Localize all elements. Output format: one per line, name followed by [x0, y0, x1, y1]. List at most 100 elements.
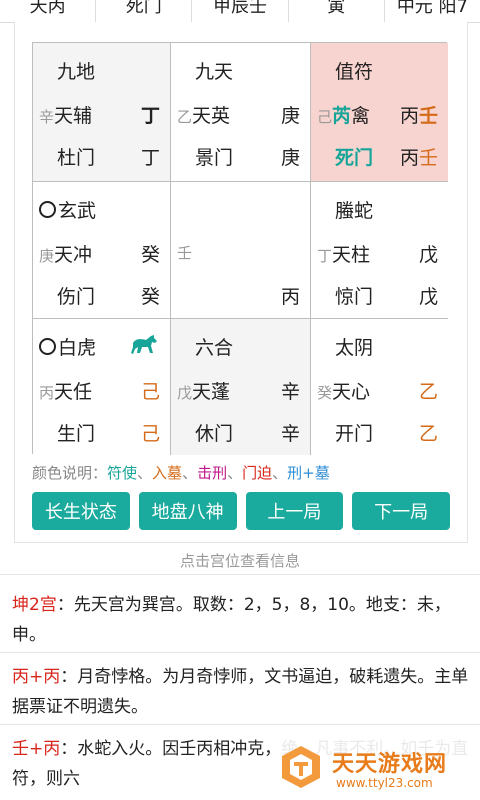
- legend-prefix: 颜色说明：: [32, 464, 108, 482]
- star-name: 天柱: [332, 244, 371, 266]
- sky-stem: 戊: [418, 244, 438, 266]
- legend-jixing: 击刑: [197, 464, 228, 482]
- deity-label: 白虎: [58, 337, 97, 359]
- sky-stem-primary: 丙: [399, 105, 419, 127]
- door-name: 景门: [195, 147, 234, 169]
- earth-stem: 辛: [280, 423, 300, 445]
- divider: [0, 724, 480, 725]
- section-body: ：先天宫为巽宫。取数：2，5，8，10。地支：未，申。: [12, 595, 451, 645]
- section-head: 壬+丙: [12, 739, 61, 759]
- star-name: 天英: [192, 105, 231, 127]
- deity-label: 玄武: [58, 200, 97, 222]
- palace-dui-7[interactable]: 螣蛇 丁天柱 戊 惊门 戊: [311, 182, 448, 319]
- nine-palace-grid: 九地 辛天辅 丁 杜门 丁 九天 乙天英 庚 景门 庚 值符 己芮禽 丙壬 死门…: [32, 42, 448, 455]
- star-row: 己芮禽: [317, 101, 370, 128]
- section-head: 坤2宫: [12, 595, 57, 615]
- sky-stem: 己: [140, 381, 160, 403]
- star-row: 丁天柱: [317, 240, 370, 267]
- star-name: 天任: [54, 381, 93, 403]
- legend-sep: 、: [227, 464, 243, 482]
- hidden-stem: 丙: [39, 384, 55, 402]
- palace-kun-2[interactable]: 值符 己芮禽 丙壬 死门 丙壬: [311, 43, 448, 182]
- door-name: 开门: [335, 423, 374, 445]
- star-row: 乙天英: [177, 101, 230, 128]
- earth-stem: 己: [140, 423, 160, 445]
- tap-hint: 点击宫位查看信息: [179, 552, 300, 570]
- earth-stem: 庚: [280, 147, 300, 169]
- palace-xun-4[interactable]: 九地 辛天辅 丁 杜门 丁: [33, 43, 171, 182]
- legend-rumu: 入墓: [152, 464, 183, 482]
- star-row: 辛天辅: [39, 101, 92, 128]
- legend-sep: 、: [182, 464, 198, 482]
- hidden-stem: 丁: [317, 247, 333, 265]
- sky-stem: 乙: [418, 381, 438, 403]
- deity-name: 九地: [57, 61, 96, 83]
- star-name: 天冲: [54, 244, 93, 266]
- palace-zhen-3[interactable]: 玄武 庚天冲 癸 伤门 癸: [33, 182, 171, 319]
- palace-qian-6[interactable]: 太阴 癸天心 乙 开门 乙: [311, 319, 448, 455]
- legend-menpo: 门迫: [242, 464, 273, 482]
- star-name: 天心: [332, 381, 371, 403]
- door-name: 惊门: [335, 286, 374, 308]
- horse-icon: [131, 335, 157, 354]
- earth-stem: 戊: [418, 286, 438, 308]
- star-row: 戊天蓬: [177, 377, 230, 404]
- deity-name: 玄武: [39, 196, 96, 223]
- site-watermark: 天天游戏网 www.ttyl23.com: [270, 738, 480, 800]
- star-name: 天辅: [54, 105, 93, 127]
- palace-kan-1[interactable]: 六合 戊天蓬 辛 休门 辛: [171, 319, 311, 455]
- legend-xingmu: 刑+墓: [287, 464, 330, 482]
- action-buttons: 长生状态 地盘八神 上一局 下一局: [32, 492, 450, 530]
- deity-name: 九天: [195, 61, 234, 83]
- info-section-palace: 坤2宫：先天宫为巽宫。取数：2，5，8，10。地支：未，申。: [12, 590, 472, 650]
- earth-stem: 丙: [280, 286, 300, 308]
- hidden-stem: 戊: [177, 384, 193, 402]
- earth-stem-primary: 丙: [399, 147, 419, 169]
- hidden-stem: 己: [317, 108, 333, 126]
- deity-name: 六合: [195, 337, 234, 359]
- info-section-combo-1: 丙+丙：月奇悖格。为月奇悖师，文书逼迫，破耗遗失。主单据票证不明遗失。: [12, 662, 472, 722]
- star-name: 天蓬: [192, 381, 231, 403]
- site-logo-icon: [282, 746, 320, 788]
- board-card: 九地 辛天辅 丁 杜门 丁 九天 乙天英 庚 景门 庚 值符 己芮禽 丙壬 死门…: [14, 22, 468, 543]
- star-row: 癸天心: [317, 377, 370, 404]
- watermark-url: www.ttyl23.com: [336, 776, 433, 790]
- divider: [0, 652, 480, 653]
- sky-stem: 庚: [280, 105, 300, 127]
- palace-center-5[interactable]: 壬 丙: [171, 182, 311, 319]
- star-row: 丙天任: [39, 377, 92, 404]
- previous-chart-button[interactable]: 上一局: [245, 492, 344, 530]
- color-legend: 颜色说明：符使、入墓、击刑、门迫、刑+墓: [32, 462, 330, 483]
- next-chart-button[interactable]: 下一局: [352, 492, 450, 530]
- earth-stem-secondary: 壬: [418, 147, 438, 169]
- sky-stem: 丁: [140, 105, 160, 127]
- deity-name: 螣蛇: [335, 200, 374, 222]
- hidden-stem: 辛: [39, 108, 55, 126]
- palace-gen-8[interactable]: 白虎 丙天任 己 生门 己: [33, 319, 171, 455]
- star-name-secondary: 禽: [351, 105, 371, 127]
- hidden-stem: 庚: [39, 247, 55, 265]
- hidden-stem: 乙: [177, 108, 193, 126]
- sky-stem: 辛: [280, 381, 300, 403]
- sky-stem-secondary: 壬: [418, 105, 438, 127]
- watermark-name: 天天游戏网: [332, 752, 448, 777]
- door-name: 休门: [195, 423, 234, 445]
- door-name: 伤门: [57, 286, 96, 308]
- ring-icon: [39, 201, 56, 218]
- section-head: 丙+丙: [12, 667, 61, 687]
- changsheng-status-button[interactable]: 长生状态: [32, 492, 130, 530]
- door-name: 生门: [57, 423, 96, 445]
- earth-stem: 丁: [140, 147, 160, 169]
- divider: [0, 574, 480, 575]
- top-cell: 寅: [289, 0, 385, 22]
- earth-eight-gods-button[interactable]: 地盘八神: [138, 492, 237, 530]
- earth-stem: 癸: [140, 286, 160, 308]
- deity-name: 太阴: [335, 337, 374, 359]
- sky-stem: 丙壬: [400, 101, 438, 128]
- sky-stem: 癸: [140, 244, 160, 266]
- door-name: 死门: [335, 147, 374, 169]
- palace-li-9[interactable]: 九天 乙天英 庚 景门 庚: [171, 43, 311, 182]
- earth-stem: 丙壬: [400, 143, 438, 170]
- deity-name: 值符: [335, 61, 374, 83]
- legend-sep: 、: [272, 464, 288, 482]
